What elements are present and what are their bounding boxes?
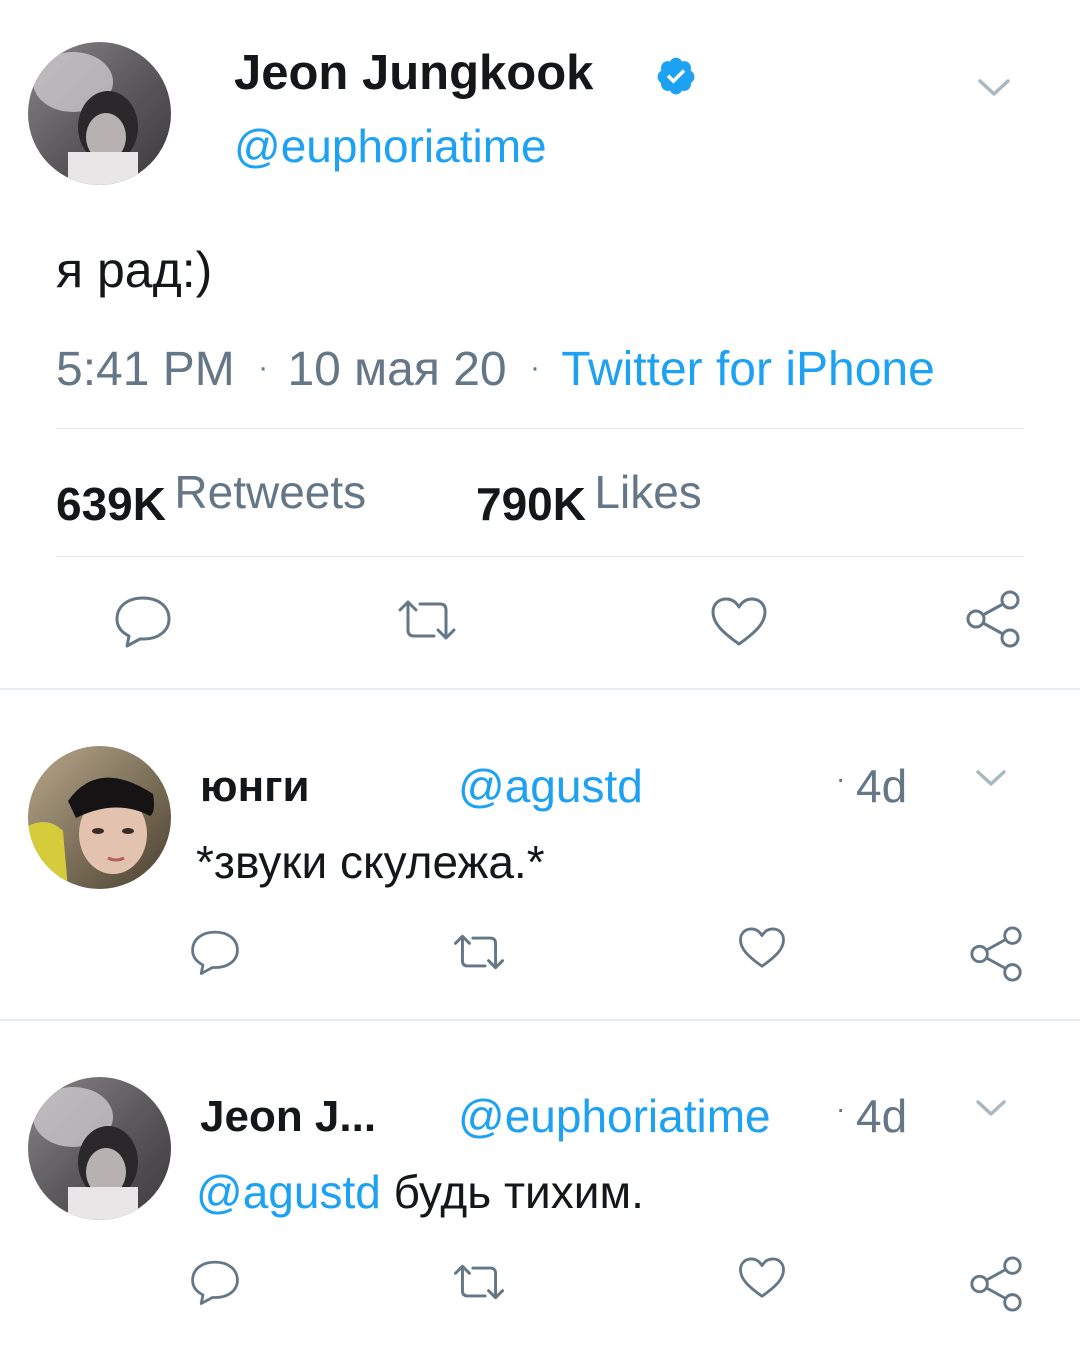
- section-separator: [0, 1019, 1080, 1021]
- author-name[interactable]: Jeon Jungkook: [234, 44, 593, 102]
- reply-text: *звуки скулежа.*: [196, 836, 545, 888]
- reply-author-name[interactable]: Jeon J...: [200, 1090, 376, 1144]
- chevron-down-icon[interactable]: [974, 766, 1008, 790]
- reply-author-name[interactable]: юнги: [200, 760, 310, 814]
- chevron-down-icon[interactable]: [974, 1096, 1008, 1120]
- meta-separator: ·: [836, 1093, 846, 1124]
- reply-time: 4d: [856, 760, 908, 812]
- verified-badge-icon: [655, 55, 697, 97]
- reply-time: 4d: [856, 1090, 908, 1142]
- tweet-time: 5:41 PM: [56, 343, 235, 396]
- likes-label: Likes: [594, 466, 702, 518]
- retweets-label: Retweets: [174, 466, 367, 518]
- likes-stat[interactable]: 790K Likes: [476, 462, 702, 540]
- reply-avatar[interactable]: [28, 1077, 171, 1220]
- tweet-text: я рад:): [56, 242, 213, 298]
- reply-author-handle[interactable]: @euphoriatime: [458, 1088, 771, 1144]
- retweet-icon[interactable]: [452, 932, 506, 972]
- retweet-icon[interactable]: [396, 598, 458, 642]
- section-separator: [0, 688, 1080, 690]
- share-icon[interactable]: [968, 924, 1026, 984]
- tweet-source-link[interactable]: Twitter for iPhone: [561, 343, 935, 396]
- reply-icon[interactable]: [190, 928, 240, 976]
- meta-separator: ·: [258, 351, 269, 384]
- mention-link[interactable]: @agustd: [196, 1166, 381, 1218]
- reply-icon[interactable]: [190, 1258, 240, 1306]
- retweets-stat[interactable]: 639K Retweets: [56, 462, 366, 540]
- reply-text-line: @agustd будь тихим.: [196, 1164, 644, 1220]
- chevron-down-icon[interactable]: [976, 74, 1012, 100]
- reply-avatar[interactable]: [28, 746, 171, 889]
- reply-text: будь тихим.: [393, 1166, 644, 1218]
- retweet-icon[interactable]: [452, 1262, 506, 1302]
- reply-author-handle[interactable]: @agustd: [458, 758, 643, 814]
- meta-separator: ·: [836, 763, 846, 794]
- heart-icon[interactable]: [738, 1256, 786, 1300]
- share-icon[interactable]: [964, 588, 1024, 650]
- retweets-count: 639K: [56, 478, 166, 530]
- divider: [56, 428, 1024, 429]
- divider: [56, 556, 1024, 557]
- heart-icon[interactable]: [738, 926, 786, 970]
- tweet-date: 10 мая 20: [287, 343, 507, 396]
- tweet-meta: 5:41 PM · 10 мая 20 · Twitter for iPhone: [56, 338, 935, 400]
- heart-icon[interactable]: [710, 596, 768, 648]
- meta-separator: ·: [529, 351, 540, 384]
- author-handle[interactable]: @euphoriatime: [234, 118, 547, 174]
- author-avatar[interactable]: [28, 42, 171, 185]
- reply-icon[interactable]: [114, 594, 172, 648]
- likes-count: 790K: [476, 478, 586, 530]
- share-icon[interactable]: [968, 1254, 1026, 1314]
